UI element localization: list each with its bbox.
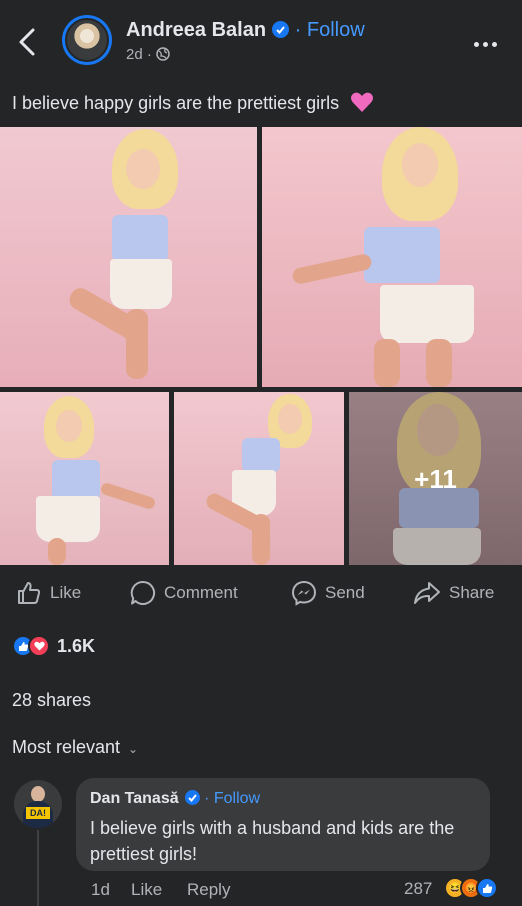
thread-line [37,830,39,906]
back-button[interactable] [14,26,42,58]
comment-sort-dropdown[interactable]: Most relevant ⌄ [12,737,138,758]
author-name[interactable]: Andreea Balan [126,19,266,41]
reactions-count: 1.6K [57,635,96,656]
send-button[interactable]: Send [291,578,365,608]
verified-badge-icon [272,21,290,38]
share-button[interactable]: Share [413,578,494,608]
post-photo-1[interactable] [0,127,257,387]
post-photo-4[interactable] [174,392,344,565]
love-reaction-icon [28,635,50,657]
thumbs-up-icon [18,582,41,604]
commenter-name[interactable]: Dan Tanasă [90,790,179,807]
reactions-summary[interactable]: 1.6K [12,635,95,657]
commenter-name-row: Dan Tanasă · Follow [90,790,260,808]
more-options-button[interactable] [474,34,506,48]
meta-separator: · [146,46,152,63]
follow-button[interactable]: Follow [307,19,365,41]
like-button[interactable]: Like [16,578,81,608]
post-photo-2[interactable] [262,127,522,387]
chevron-down-icon: ⌄ [128,742,139,756]
messenger-icon [291,580,317,606]
comment-time: 1d [91,880,110,899]
post-time: 2d [126,46,143,63]
post-caption: I believe happy girls are the prettiest … [12,91,374,114]
globe-icon [156,47,170,61]
more-horizontal-icon [474,42,479,47]
post-photo-3[interactable] [0,392,169,565]
comment-reactions[interactable]: 😆 😡 [444,877,498,899]
separator-dot: · [204,790,210,807]
shares-count[interactable]: 28 shares [12,690,91,711]
separator-dot: · [294,19,302,41]
comment-icon [130,580,155,605]
post-meta: 2d · [126,46,170,63]
author-name-row: Andreea Balan · Follow [126,19,365,42]
comment-like-button[interactable]: Like [131,880,162,900]
comment-reply-button[interactable]: Reply [187,880,230,900]
chevron-left-icon [19,28,35,56]
commenter-avatar[interactable]: DA! [14,780,62,828]
share-arrow-icon [414,582,440,604]
more-photos-count: +11 [414,464,457,494]
post-photo-5-more[interactable]: +11 [349,392,522,565]
pink-heart-emoji [351,92,374,112]
follow-commenter-button[interactable]: Follow [214,790,260,807]
comment-button[interactable]: Comment [130,578,238,608]
comment-text: I believe girls with a husband and kids … [90,818,455,864]
comment-reaction-count[interactable]: 287 [404,879,432,899]
author-avatar[interactable] [62,15,112,65]
like-reaction-icon [476,877,498,899]
avatar-badge: DA! [26,807,50,819]
verified-badge-icon [184,790,200,805]
